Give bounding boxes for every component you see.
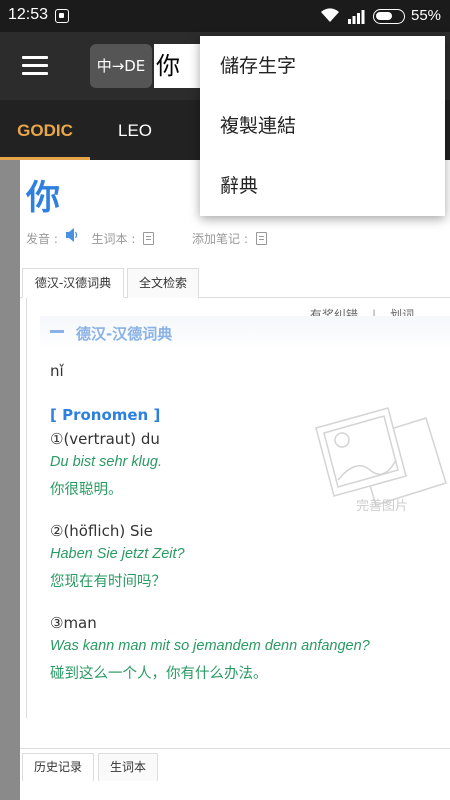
entry-meta-row: 发音 : 生词本 : 添加笔记 : [26,228,271,247]
sense-example-zh: 碰到这么一个人，你有什么办法。 [50,666,268,682]
sense-definition: ①(vertraut) du [50,430,160,448]
pinyin: nǐ [50,362,64,380]
tab-godic[interactable]: GODIC [0,100,90,160]
sense-example-de: Was kann man mit so jemandem denn anfang… [50,638,370,654]
dict-section-title: 德汉-汉德词典 [76,325,173,343]
notification-icon [55,9,69,23]
note-label: 添加笔记 : [192,232,248,246]
vocab-book-icon[interactable] [143,232,155,245]
wifi-icon [321,8,339,22]
sense-example-zh: 你很聪明。 [50,482,123,498]
tab-de-zh-dictionary[interactable]: 德汉-汉德词典 [22,268,124,298]
sense-example-de: Du bist sehr klug. [50,454,163,470]
sense-example-de: Haben Sie jetzt Zeit? [50,546,185,562]
head-word: 你 [26,178,60,218]
bottom-tabs: 历史记录 生词本 [20,748,450,781]
hamburger-menu-icon[interactable] [22,56,48,76]
menu-item-dictionary[interactable]: 辭典 [200,156,445,216]
tab-vocab-book[interactable]: 生词本 [98,753,158,781]
status-time: 12:53 [8,6,49,23]
dict-tabs: 德汉-汉德词典 全文检索 [20,268,450,298]
menu-item-copy-link[interactable]: 複製連結 [200,96,445,156]
dict-section-header[interactable]: 德汉-汉德词典 [40,316,450,350]
sense-definition: ③man [50,614,97,632]
tab-leo[interactable]: LEO [90,100,180,160]
speaker-icon[interactable] [65,228,78,242]
battery-icon [373,9,405,24]
left-gutter [0,160,20,800]
tab-history[interactable]: 历史记录 [22,753,94,781]
collapse-icon [50,330,64,333]
pronounce-label: 发音 : [26,232,58,246]
menu-item-save-word[interactable]: 儲存生字 [200,36,445,96]
vocab-label: 生词本 : [91,232,136,246]
battery-percent: 55% [411,7,442,24]
part-of-speech: [ Pronomen ] [50,406,161,424]
entry-content: 你 发音 : 生词本 : 添加笔记 : 德汉-汉德词典 全文检索 有奖纠错 | 划词… [20,160,450,800]
sense-definition: ②(höflich) Sie [50,522,153,540]
improve-image-caption[interactable]: 完善图片 [356,495,408,514]
image-placeholder-icon[interactable] [310,388,450,508]
add-note-icon[interactable] [255,232,267,245]
tab-fulltext-search[interactable]: 全文检索 [127,268,199,298]
sense-example-zh: 您现在有时间吗？ [50,574,166,590]
overflow-menu: 儲存生字 複製連結 辭典 [200,36,445,216]
signal-icon [348,10,365,24]
language-direction-button[interactable]: 中→DE [90,44,152,88]
status-bar: 12:53 55% [0,0,450,32]
